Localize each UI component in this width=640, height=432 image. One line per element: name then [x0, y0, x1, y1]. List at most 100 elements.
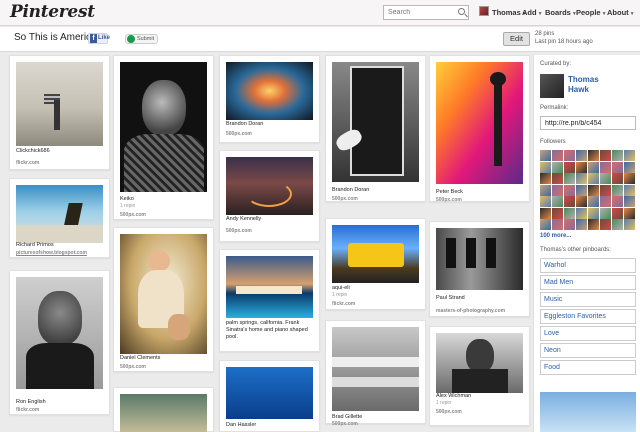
pin-source-link[interactable]: flickr.com	[16, 160, 39, 166]
pin-source-link[interactable]: 500px.com	[436, 197, 462, 203]
follower-avatar[interactable]	[552, 150, 563, 161]
follower-avatar[interactable]	[564, 184, 575, 196]
follower-avatar[interactable]	[588, 219, 599, 230]
pinboard-link-food[interactable]: Food	[540, 360, 636, 375]
follower-avatar[interactable]	[540, 219, 551, 230]
nav-add-menu[interactable]: Add▼	[522, 8, 543, 17]
pin-card[interactable]: Ron English flickr.com	[9, 270, 110, 415]
follower-avatar[interactable]	[624, 161, 635, 173]
pin-source-link[interactable]: masters-of-photography.com	[436, 308, 505, 314]
pin-source-link[interactable]: flickr.com	[16, 407, 39, 413]
edit-board-button[interactable]: Edit	[503, 32, 530, 46]
pin-image[interactable]	[226, 256, 313, 318]
follower-avatar[interactable]	[600, 219, 611, 230]
pin-card[interactable]: Keiko 1 repin 500px.com	[113, 55, 214, 220]
follower-avatar[interactable]	[612, 161, 623, 173]
follower-avatar[interactable]	[564, 173, 575, 184]
follower-avatar[interactable]	[624, 173, 635, 184]
follower-avatar[interactable]	[588, 173, 599, 184]
follower-avatar[interactable]	[540, 184, 551, 196]
pinboard-link-love[interactable]: Love	[540, 326, 636, 341]
follower-avatar[interactable]	[588, 184, 599, 196]
follower-avatar[interactable]	[624, 196, 635, 207]
follower-avatar[interactable]	[624, 219, 635, 230]
follower-avatar[interactable]	[540, 173, 551, 184]
pin-card[interactable]: Paul Strand masters-of-photography.com	[429, 221, 530, 317]
pinboard-link-neon[interactable]: Neon	[540, 343, 636, 358]
pin-card[interactable]: aqui-eli 1 repin flickr.com	[325, 218, 426, 310]
nav-boards-menu[interactable]: Boards▼	[545, 8, 577, 17]
follower-avatar[interactable]	[552, 161, 563, 173]
follower-avatar[interactable]	[576, 173, 587, 184]
user-avatar[interactable]	[479, 6, 489, 16]
follower-avatar[interactable]	[564, 196, 575, 207]
follower-avatar[interactable]	[624, 184, 635, 196]
facebook-like-button[interactable]: Like	[88, 33, 110, 44]
follower-avatar[interactable]	[600, 196, 611, 207]
follower-avatar[interactable]	[576, 184, 587, 196]
more-followers-link[interactable]: 100 more...	[540, 233, 571, 239]
pin-source-link[interactable]: 500px.com	[120, 364, 146, 370]
pinterest-logo[interactable]: Pinterest	[10, 2, 95, 22]
pin-source-link[interactable]: 500px.com	[332, 196, 358, 202]
follower-avatar[interactable]	[576, 219, 587, 230]
follower-avatar[interactable]	[552, 184, 563, 196]
follower-avatar[interactable]	[612, 207, 623, 219]
pinboard-link-music[interactable]: Music	[540, 292, 636, 307]
follower-avatar[interactable]	[552, 173, 563, 184]
follower-avatar[interactable]	[600, 173, 611, 184]
nav-about-menu[interactable]: About▼	[607, 8, 635, 17]
follower-avatar[interactable]	[552, 207, 563, 219]
follower-avatar[interactable]	[624, 150, 635, 161]
follower-avatar[interactable]	[588, 161, 599, 173]
follower-avatar[interactable]	[576, 196, 587, 207]
follower-avatar[interactable]	[612, 196, 623, 207]
pin-card[interactable]: Andy Kennelly 500px.com	[219, 150, 320, 242]
pin-card[interactable]: Peter Beck 500px.com	[429, 55, 530, 203]
follower-avatar[interactable]	[612, 150, 623, 161]
pin-source-link[interactable]: 500px.com	[332, 421, 358, 427]
pin-image[interactable]	[436, 228, 523, 290]
search-icon[interactable]	[458, 8, 465, 15]
pin-card[interactable]: Brandon Doran 500px.com	[325, 55, 426, 202]
permalink-field[interactable]	[540, 116, 636, 130]
pin-image[interactable]	[226, 62, 313, 120]
follower-avatar[interactable]	[540, 196, 551, 207]
pin-image[interactable]	[332, 327, 419, 411]
pin-source-link[interactable]: 500px.com	[226, 228, 252, 234]
follower-avatar[interactable]	[600, 207, 611, 219]
follower-avatar[interactable]	[600, 161, 611, 173]
pin-image[interactable]	[120, 62, 207, 192]
stumbleupon-submit-button[interactable]: Submit	[125, 34, 158, 44]
pin-card[interactable]: Brandon Doran 500px.com	[219, 55, 320, 143]
pinboard-link-mad-men[interactable]: Mad Men	[540, 275, 636, 290]
follower-avatar[interactable]	[588, 150, 599, 161]
pin-card[interactable]	[113, 387, 214, 432]
nav-people-menu[interactable]: People▼	[576, 8, 607, 17]
follower-avatar[interactable]	[588, 207, 599, 219]
follower-avatar[interactable]	[564, 219, 575, 230]
pin-image[interactable]	[332, 62, 419, 182]
pin-image[interactable]	[226, 367, 313, 419]
follower-avatar[interactable]	[564, 161, 575, 173]
pin-image[interactable]	[16, 62, 103, 146]
pin-card[interactable]: Daniel Clements 500px.com	[113, 227, 214, 372]
curator-name-link[interactable]: Thomas Hawk	[568, 75, 599, 95]
pinboard-link-eggleston-favorites[interactable]: Eggleston Favorites	[540, 309, 636, 324]
pin-image[interactable]	[120, 234, 207, 354]
pin-card[interactable]: Richard Primos picturesofshow.blogspot.c…	[9, 178, 110, 258]
pin-image[interactable]	[436, 333, 523, 393]
follower-avatar[interactable]	[564, 150, 575, 161]
pin-image[interactable]	[226, 157, 313, 215]
pin-source-link[interactable]: picturesofshow.blogspot.com	[16, 250, 87, 256]
pin-source-link[interactable]: flickr.com	[332, 301, 355, 307]
pin-source-link[interactable]: 500px.com	[436, 409, 462, 415]
follower-avatar[interactable]	[576, 150, 587, 161]
follower-avatar[interactable]	[540, 207, 551, 219]
follower-avatar[interactable]	[624, 207, 635, 219]
follower-avatar[interactable]	[540, 150, 551, 161]
search-input[interactable]	[383, 5, 469, 20]
follower-avatar[interactable]	[540, 161, 551, 173]
pin-card[interactable]: Brad Gillette 500px.com	[325, 320, 426, 427]
follower-avatar[interactable]	[612, 184, 623, 196]
